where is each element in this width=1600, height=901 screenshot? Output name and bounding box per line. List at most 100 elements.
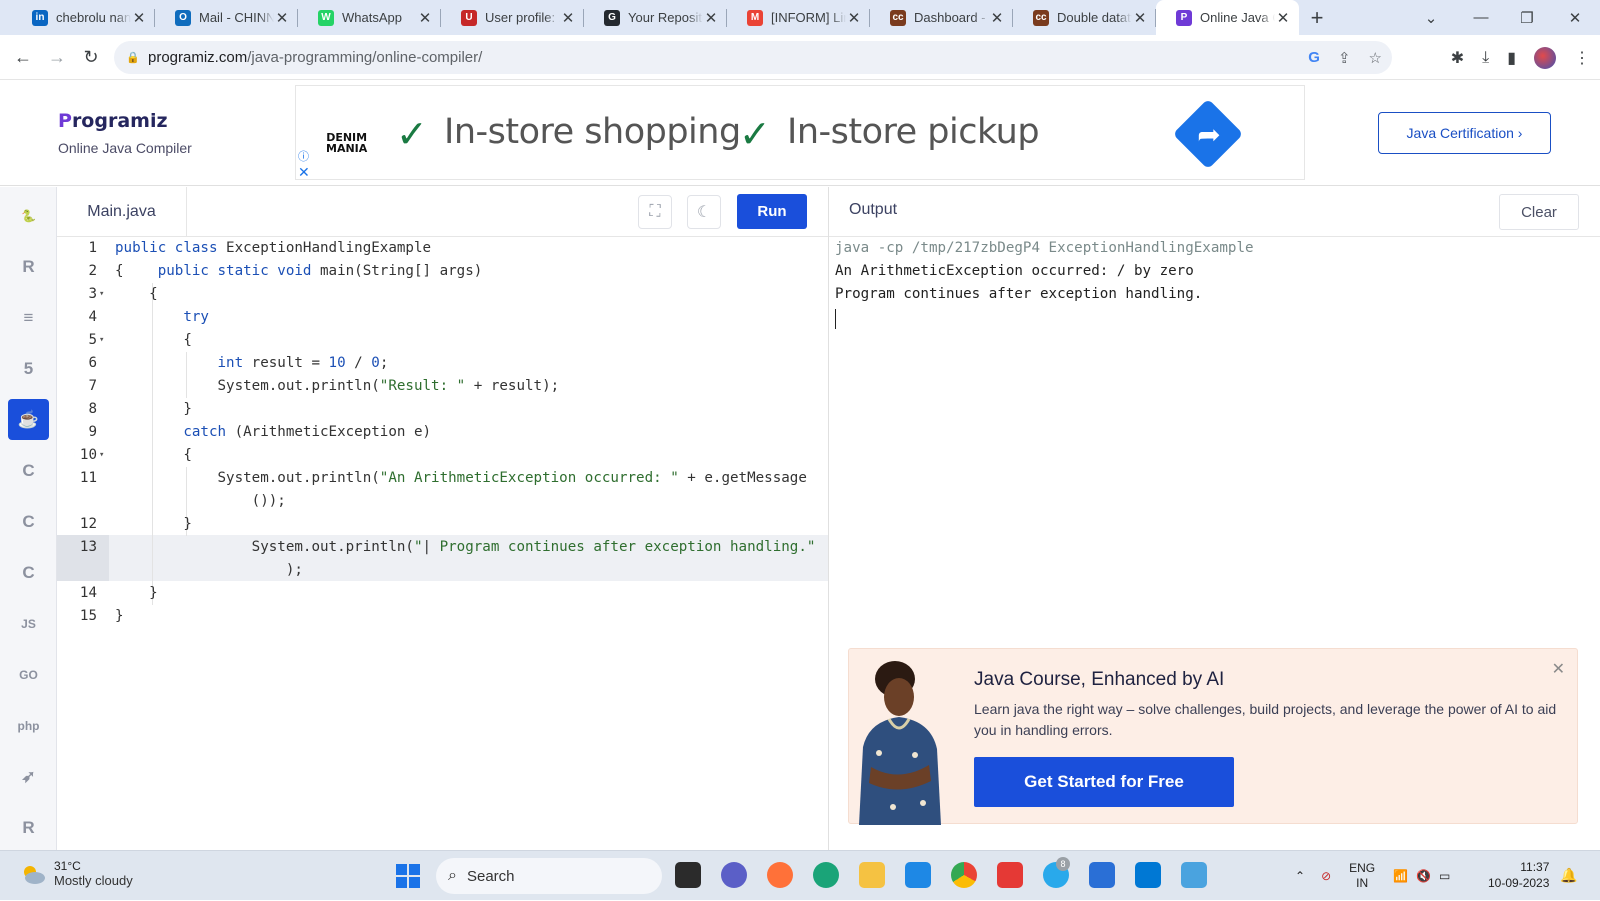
sidebar-lang-r-icon[interactable]: R <box>8 246 49 287</box>
browser-tab[interactable]: G Your Repositor✕ <box>584 0 727 35</box>
dark-mode-moon-icon[interactable]: ☾ <box>687 195 721 229</box>
sidebar-lang-go-icon[interactable]: GO <box>8 654 49 695</box>
tab-favicon-icon: cc <box>1033 9 1049 26</box>
sidebar-lang-php-icon[interactable]: php <box>8 705 49 746</box>
browser-tab[interactable]: M [INFORM] Link✕ <box>727 0 870 35</box>
share-icon[interactable]: ⇪ <box>1338 49 1351 67</box>
forward-icon[interactable]: → <box>40 40 74 74</box>
tab-search-chevron-icon[interactable]: ⌄ <box>1408 0 1454 35</box>
weather-widget[interactable]: 31°C Mostly cloudy <box>20 859 133 888</box>
browser-tab[interactable]: P Online Java C ✕ <box>1156 0 1299 35</box>
file-tab-main-java[interactable]: Main.java <box>57 187 187 237</box>
sidebar-lang-swift-icon[interactable]: ➶ <box>8 756 49 797</box>
browser-tab[interactable]: cc Double dataty ✕ <box>1013 0 1156 35</box>
tab-close-icon[interactable]: ✕ <box>417 9 433 27</box>
paint-app-icon[interactable] <box>1089 862 1115 888</box>
code-line: 15} <box>57 605 828 628</box>
defender-icon[interactable]: ⊘ <box>1321 869 1331 883</box>
chrome-icon[interactable] <box>951 862 977 888</box>
bookmark-star-icon[interactable]: ☆ <box>1369 49 1382 67</box>
tab-close-icon[interactable]: ✕ <box>846 9 862 27</box>
clock-time: 11:37 <box>1520 860 1550 874</box>
battery-icon[interactable]: ▭ <box>1439 869 1450 883</box>
system-clock[interactable]: 11:37 10-09-2023 <box>1488 859 1549 891</box>
teams-chat-icon[interactable] <box>721 862 747 888</box>
profile-avatar[interactable] <box>1534 46 1556 69</box>
sidebar-lang-sql-icon[interactable]: ≡ <box>8 297 49 338</box>
line-number: 11 <box>79 470 97 486</box>
browser-tab[interactable]: U User profile: 2 ✕ <box>441 0 584 35</box>
sidebar-lang-python-icon[interactable]: 🐍 <box>8 195 49 236</box>
tab-close-icon[interactable]: ✕ <box>989 9 1005 27</box>
sidebar-lang-js-icon[interactable]: JS <box>8 603 49 644</box>
firefox-icon[interactable] <box>767 862 793 888</box>
tab-favicon-icon: P <box>1176 9 1192 26</box>
output-console[interactable]: java -cp /tmp/217zbDegP4 ExceptionHandli… <box>829 237 1600 637</box>
volume-muted-icon[interactable]: 🔇 <box>1416 869 1431 883</box>
code-line: 4 try <box>57 306 828 329</box>
fold-arrow-icon[interactable]: ▾ <box>99 444 104 467</box>
ad-close-icon[interactable]: ✕ <box>298 164 310 181</box>
anydesk-icon[interactable] <box>997 862 1023 888</box>
file-explorer-icon[interactable] <box>859 862 885 888</box>
code-line: 7 System.out.println("Result: " + result… <box>57 375 828 398</box>
promo-close-icon[interactable]: ✕ <box>1552 659 1565 679</box>
cloud-sun-icon <box>24 865 45 884</box>
extensions-icon[interactable]: ✱ <box>1451 48 1464 68</box>
sidebar-lang-html-icon[interactable]: 5 <box>8 348 49 389</box>
browser-tab[interactable]: W WhatsApp ✕ <box>298 0 441 35</box>
sidebar-lang-c-icon[interactable]: C <box>8 450 49 491</box>
sidebar-lang-csharp-icon[interactable]: C <box>8 552 49 593</box>
browser-tab[interactable]: in chebrolu nanda✕ <box>12 0 155 35</box>
console-caret <box>835 309 836 329</box>
menu-kebab-icon[interactable]: ⋮ <box>1574 48 1590 68</box>
close-window-button[interactable]: ✕ <box>1552 0 1598 35</box>
line-number: 5 <box>88 332 97 348</box>
tab-close-icon[interactable]: ✕ <box>703 9 719 27</box>
new-tab-button[interactable]: + <box>1299 0 1335 35</box>
chevron-up-icon[interactable]: ⌃ <box>1295 869 1305 883</box>
url-host: programiz.com <box>148 49 248 66</box>
sidebar-lang-java-icon[interactable]: ☕ <box>8 399 49 440</box>
browser-tab[interactable]: O Mail - CHINNA✕ <box>155 0 298 35</box>
notification-bell-icon[interactable]: 🔔 <box>1560 867 1577 884</box>
sidebar-lang-rust-icon[interactable]: R <box>8 807 49 848</box>
programiz-logo[interactable]: Programiz <box>58 110 168 132</box>
tab-close-icon[interactable]: ✕ <box>1132 9 1148 27</box>
reload-icon[interactable]: ↻ <box>74 40 108 74</box>
notepad-icon[interactable] <box>1181 862 1207 888</box>
windows-start-icon[interactable] <box>396 864 420 888</box>
fullscreen-icon[interactable]: ⛶ <box>638 195 672 229</box>
browser-tab[interactable]: cc Dashboard - C✕ <box>870 0 1013 35</box>
back-icon[interactable]: ← <box>6 40 40 74</box>
tab-close-icon[interactable]: ✕ <box>1275 9 1291 27</box>
get-started-button[interactable]: Get Started for Free <box>974 757 1234 807</box>
google-icon[interactable]: G <box>1308 49 1320 67</box>
taskbar-search[interactable]: ⌕ Search <box>436 858 662 894</box>
ad-info-icon[interactable]: ⓘ <box>298 148 309 164</box>
tab-close-icon[interactable]: ✕ <box>131 9 147 27</box>
download-icon[interactable]: ⤓ <box>1482 49 1489 67</box>
wifi-icon[interactable]: 📶 <box>1393 869 1408 883</box>
fold-arrow-icon[interactable]: ▾ <box>99 283 104 306</box>
sidebar-lang-cpp-icon[interactable]: C <box>8 501 49 542</box>
tab-close-icon[interactable]: ✕ <box>560 9 576 27</box>
side-panel-icon[interactable]: ▮ <box>1507 48 1516 68</box>
tab-favicon-icon: G <box>604 9 620 26</box>
run-button[interactable]: Run <box>737 194 807 229</box>
advertisement-banner[interactable]: DENIM MANIA ✓ In-store shopping ✓ In-stor… <box>295 85 1305 180</box>
tab-close-icon[interactable]: ✕ <box>274 9 290 27</box>
clear-button[interactable]: Clear <box>1499 194 1579 230</box>
task-view-icon[interactable] <box>675 862 701 888</box>
edge-icon[interactable] <box>813 862 839 888</box>
java-certification-button[interactable]: Java Certification › <box>1378 112 1551 154</box>
address-bar[interactable]: 🔒 programiz.com/java-programming/online-… <box>114 41 1392 74</box>
vscode-icon[interactable] <box>1135 862 1161 888</box>
restore-button[interactable]: ❐ <box>1504 0 1550 35</box>
language-indicator[interactable]: ENG IN <box>1349 861 1375 891</box>
minimize-button[interactable]: — <box>1458 0 1504 35</box>
tab-title: Dashboard - C <box>914 10 989 25</box>
mail-icon[interactable] <box>905 862 931 888</box>
code-editor[interactable]: 1 public class ExceptionHandlingExample 2 {… <box>57 237 828 850</box>
fold-arrow-icon[interactable]: ▾ <box>99 329 104 352</box>
